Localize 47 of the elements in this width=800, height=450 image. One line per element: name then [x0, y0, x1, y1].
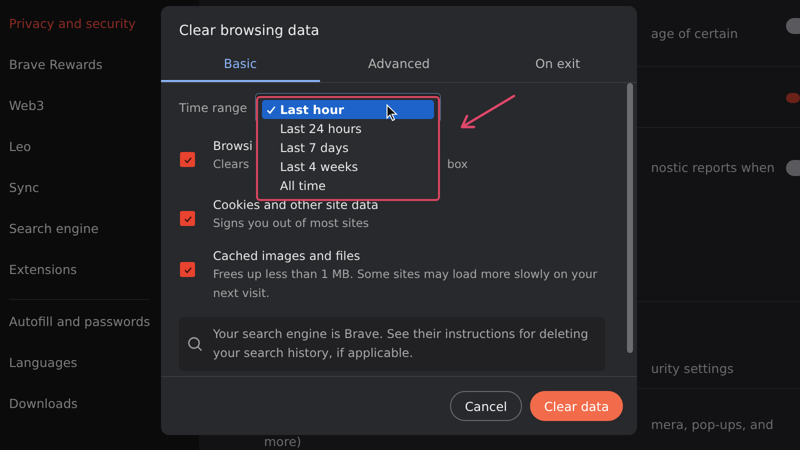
tab[interactable]: On exit	[478, 50, 638, 82]
check-icon	[182, 214, 192, 224]
sidebar-item[interactable]: Leo	[9, 137, 159, 178]
item-title: Cached images and files	[213, 248, 360, 265]
check-icon	[182, 154, 192, 164]
sidebar-item[interactable]: Downloads	[9, 394, 159, 435]
toggle-switch[interactable]	[786, 160, 800, 176]
check-icon	[266, 104, 276, 114]
sidebar-item[interactable]: Languages	[9, 353, 159, 394]
setting-text: more)	[264, 436, 302, 448]
sidebar-item[interactable]: Sync	[9, 178, 159, 219]
cancel-button[interactable]: Cancel	[450, 391, 522, 421]
setting-text: urity settings	[651, 361, 734, 376]
time-range-label: Time range	[179, 101, 248, 115]
dialog-title: Clear browsing data	[178, 22, 320, 41]
setting-text: mera, pop-ups, and	[651, 417, 774, 432]
dropdown-option[interactable]: All time	[262, 176, 434, 195]
dropdown-option[interactable]: Last 7 days	[262, 138, 434, 157]
sidebar-item[interactable]: Search engine	[9, 219, 159, 260]
item-description: Frees up less than 1 MB. Some sites may load more slowly on your next visit.	[213, 266, 598, 302]
sidebar-item[interactable]: Brave Rewards	[9, 55, 159, 96]
tab[interactable]: Advanced	[320, 50, 478, 82]
tab[interactable]: Basic	[161, 50, 320, 82]
item-description: Signs you out of most sites	[213, 215, 369, 232]
checkbox[interactable]	[180, 262, 195, 277]
clear-data-button[interactable]: Clear data	[530, 391, 623, 421]
item-description: Clears	[213, 156, 250, 173]
search-icon	[187, 336, 203, 352]
cursor-icon	[386, 104, 398, 122]
setting-text: age of certain	[651, 26, 738, 40]
sidebar-item[interactable]: Autofill and passwords	[9, 312, 159, 353]
sidebar-item[interactable]: Extensions	[9, 260, 159, 301]
toggle-switch[interactable]	[786, 93, 800, 103]
sidebar-item[interactable]: Web3	[9, 96, 159, 137]
setting-text: nostic reports when	[651, 160, 775, 175]
check-icon	[182, 264, 192, 274]
dropdown-option[interactable]: Last 4 weeks	[262, 157, 434, 176]
item-title: Cookies and other site data	[213, 197, 378, 214]
dropdown-option[interactable]: Last 24 hours	[262, 119, 434, 138]
dropdown-option[interactable]: Last hour	[262, 100, 434, 119]
item-title: Browsi	[213, 138, 253, 155]
checkbox[interactable]	[180, 211, 195, 226]
scrollbar[interactable]	[627, 83, 633, 353]
toggle-switch[interactable]	[786, 18, 800, 34]
checkbox[interactable]	[180, 152, 195, 167]
info-text: Your search engine is Brave. See their instructions for deleting your search history, if applicable.	[213, 326, 590, 362]
item-description: box	[447, 156, 468, 173]
